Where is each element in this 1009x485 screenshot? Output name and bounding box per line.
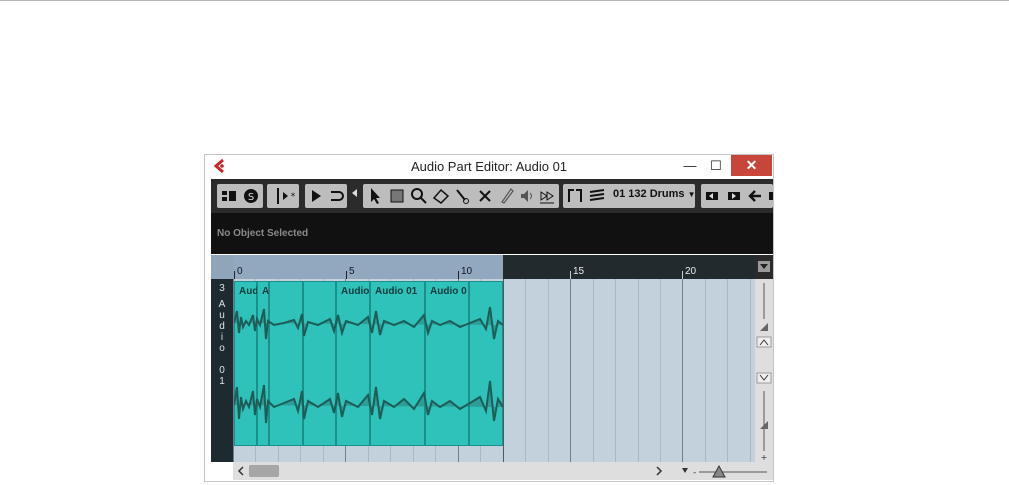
more-icon[interactable] xyxy=(767,184,775,208)
part-end-line xyxy=(503,279,504,462)
grid-line xyxy=(570,279,571,462)
ruler-label: 0 xyxy=(237,266,243,277)
ruler-tick xyxy=(346,271,347,279)
ruler-tick xyxy=(570,271,571,279)
part-selector-label: 01 132 Drums xyxy=(613,188,685,200)
svg-text:S: S xyxy=(248,192,254,203)
time-warp-icon[interactable] xyxy=(537,184,557,208)
zoom-tool-icon[interactable] xyxy=(409,184,429,208)
svg-text:-: - xyxy=(693,468,696,478)
vertical-zoom-controls: + xyxy=(756,283,772,462)
event-display[interactable]: Aud A Audio Audio 01 Audio 0 xyxy=(233,279,755,462)
play-icon[interactable] xyxy=(307,184,325,208)
info-line: No Object Selected xyxy=(211,213,773,254)
grid-line xyxy=(593,279,594,462)
ruler-tick xyxy=(234,271,235,279)
split-tool-icon[interactable] xyxy=(453,184,473,208)
track-label-char: d xyxy=(219,321,225,332)
snap-icon[interactable] xyxy=(565,184,585,208)
autoscroll-icon[interactable]: * xyxy=(269,184,297,208)
grid-line xyxy=(638,279,639,462)
loop-icon[interactable] xyxy=(327,184,345,208)
zoom-slider-graphic: - xyxy=(682,464,767,478)
locate-next-icon[interactable] xyxy=(725,184,743,208)
ruler-label: 20 xyxy=(685,266,697,277)
speaker-icon[interactable] xyxy=(517,184,537,208)
inspector-icon[interactable] xyxy=(219,184,239,208)
track-label-char: i xyxy=(220,332,224,343)
track-label-char: 3 xyxy=(219,283,225,294)
arrow-left-icon[interactable] xyxy=(747,184,765,208)
range-tool-icon[interactable] xyxy=(387,184,407,208)
track-label-char: 1 xyxy=(219,376,225,387)
timeline-ruler[interactable]: 0 5 10 15 20 xyxy=(233,255,755,279)
erase-tool-icon[interactable] xyxy=(431,184,451,208)
stack-icon[interactable] xyxy=(587,184,607,208)
horizontal-scrollbar[interactable] xyxy=(233,462,755,480)
vertical-zoom-bar[interactable]: + xyxy=(755,279,773,462)
collapse-arrow-icon[interactable] xyxy=(349,184,359,208)
grid-line xyxy=(615,279,616,462)
ruler-tick xyxy=(458,271,459,279)
solo-icon[interactable]: S xyxy=(241,184,261,208)
svg-text:+: + xyxy=(761,453,768,462)
track-label-char: u xyxy=(219,310,225,321)
close-button[interactable]: ✕ xyxy=(731,155,772,176)
grid-line xyxy=(548,279,549,462)
grid-line xyxy=(525,279,526,462)
track-label-char: o xyxy=(219,343,225,354)
mute-tool-icon[interactable] xyxy=(475,184,495,208)
ruler-label: 5 xyxy=(349,266,355,277)
audio-part-editor-window: Audio Part Editor: Audio 01 — ☐ ✕ S * 01… xyxy=(204,154,774,482)
track-label-char: 0 xyxy=(219,365,225,376)
select-tool-icon[interactable] xyxy=(365,184,385,208)
toolbar: S * 01 132 Drums ▼ xyxy=(211,179,773,213)
grid-line xyxy=(750,279,751,462)
top-divider xyxy=(0,0,1009,1)
ruler-options-button[interactable] xyxy=(755,255,773,279)
scroll-thumb[interactable] xyxy=(249,465,279,477)
title-bar[interactable]: Audio Part Editor: Audio 01 — ☐ ✕ xyxy=(205,155,773,177)
draw-tool-icon[interactable] xyxy=(497,184,517,208)
chevron-down-icon xyxy=(758,261,770,272)
chevron-down-icon: ▼ xyxy=(687,190,696,199)
scroll-left-icon[interactable] xyxy=(235,464,247,478)
ruler-label: 10 xyxy=(461,266,473,277)
track-header[interactable]: 3 A u d i o 0 1 xyxy=(211,279,233,462)
grid-line xyxy=(682,279,683,462)
ruler-tick xyxy=(682,271,683,279)
waveform-graphic xyxy=(234,306,503,424)
part-selector[interactable]: 01 132 Drums ▼ xyxy=(613,188,696,200)
grid-line xyxy=(727,279,728,462)
grid-line xyxy=(660,279,661,462)
grid-line xyxy=(705,279,706,462)
maximize-button[interactable]: ☐ xyxy=(701,155,731,176)
info-line-text: No Object Selected xyxy=(217,228,309,239)
horizontal-zoom-slider[interactable]: - xyxy=(679,462,773,480)
locate-previous-icon[interactable] xyxy=(703,184,721,208)
track-label-char: A xyxy=(218,299,226,310)
ruler-label: 15 xyxy=(573,266,585,277)
track-header-corner xyxy=(211,255,233,279)
scroll-right-icon[interactable] xyxy=(653,464,665,478)
svg-text:*: * xyxy=(291,192,296,202)
